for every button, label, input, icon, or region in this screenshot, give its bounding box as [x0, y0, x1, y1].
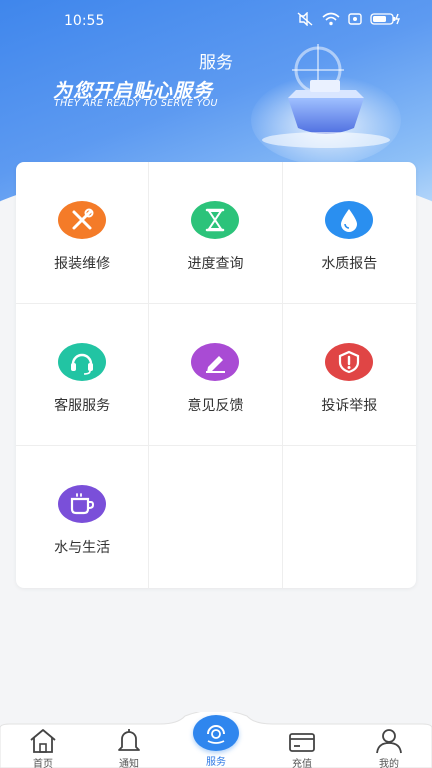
- headset-icon: [58, 343, 107, 381]
- service-feedback[interactable]: 意见反馈: [149, 304, 283, 446]
- service-complaint[interactable]: 投诉举报: [282, 304, 416, 446]
- status-bar: 10:55: [0, 0, 432, 44]
- water-drop-icon: [325, 201, 374, 239]
- tab-label: 充值: [292, 759, 312, 768]
- service-customer-service[interactable]: 客服服务: [16, 304, 150, 446]
- mute-icon: [297, 12, 313, 26]
- tab-label: 服务: [206, 757, 226, 768]
- tab-label: 我的: [379, 759, 399, 768]
- ship-illustration: [251, 44, 401, 165]
- tab-label: 通知: [119, 759, 139, 768]
- service-progress-query[interactable]: 进度查询: [149, 162, 283, 304]
- service-water-life[interactable]: 水与生活: [16, 446, 150, 588]
- user-icon: [376, 729, 402, 754]
- screen-record-icon: [348, 13, 362, 25]
- service-label: 意见反馈: [187, 398, 244, 414]
- tab-notice[interactable]: 通知: [99, 728, 159, 768]
- service-label: 投诉举报: [321, 398, 378, 414]
- pencil-icon: [191, 343, 240, 381]
- service-label: 客服服务: [54, 398, 111, 414]
- status-time: 10:55: [64, 13, 105, 29]
- bell-icon: [118, 729, 140, 751]
- service-label: 进度查询: [187, 256, 244, 272]
- home-icon: [30, 729, 56, 753]
- empty-cell: [283, 446, 416, 588]
- wifi-icon: [322, 12, 340, 26]
- tab-label: 首页: [33, 759, 53, 768]
- tab-mine[interactable]: 我的: [359, 728, 419, 768]
- services-grid: 报装维修 进度查询 水质报告 客服服务 意见反馈 投诉举报 水与生活: [16, 162, 416, 588]
- hourglass-icon: [191, 201, 240, 239]
- service-install-repair[interactable]: 报装维修: [16, 162, 150, 304]
- service-icon: [207, 725, 225, 744]
- services-card: 报装维修 进度查询 水质报告 客服服务 意见反馈 投诉举报 水与生活: [16, 162, 416, 588]
- tab-service[interactable]: 服务: [186, 752, 246, 768]
- tools-icon: [58, 201, 107, 239]
- tab-recharge[interactable]: 充值: [272, 728, 332, 768]
- wallet-icon: [289, 733, 315, 752]
- status-icons: [296, 12, 402, 26]
- bottom-tab-bar: 首页 通知 服务 充值 我的: [0, 712, 432, 768]
- service-label: 水质报告: [321, 256, 378, 272]
- tab-home[interactable]: 首页: [13, 728, 73, 768]
- cup-icon: [58, 485, 107, 523]
- slogan-english: THEY ARE READY TO SERVE YOU: [54, 98, 218, 109]
- service-center-button[interactable]: [193, 715, 239, 751]
- battery-icon: [370, 13, 401, 25]
- service-water-quality[interactable]: 水质报告: [282, 162, 416, 304]
- warning-shield-icon: [325, 343, 374, 381]
- empty-cell: [149, 446, 283, 588]
- service-label: 水与生活: [54, 540, 111, 556]
- service-label: 报装维修: [54, 256, 111, 272]
